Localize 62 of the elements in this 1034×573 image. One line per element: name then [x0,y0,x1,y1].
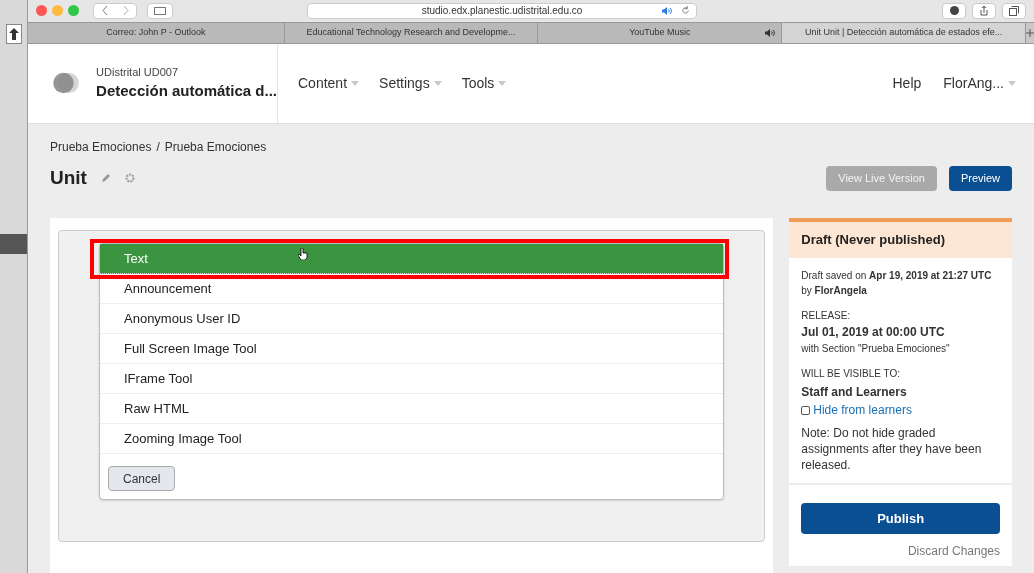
menu-item[interactable]: Anonymous User ID [100,304,724,334]
menu-item[interactable]: Full Screen Image Tool [100,334,724,364]
upload-icon[interactable] [5,24,22,44]
note-text: Note: Do not hide graded assignments after they have been released. [801,425,983,473]
hide-from-learners-checkbox[interactable]: Hide from learners [801,401,1000,419]
breadcrumb-link[interactable]: Prueba Emociones [164,137,267,156]
sidebar-toggle-icon[interactable] [147,2,173,19]
share-icon[interactable] [972,2,996,19]
tab-title: Correo: John P - Outlook [106,26,206,40]
nav-menu[interactable]: Settings [379,72,442,94]
tab-title: Educational Technology Research and Developme... [306,26,516,40]
preview-button[interactable]: Preview [948,165,1012,191]
cancel-button[interactable]: Cancel [108,466,176,491]
nav-menu[interactable]: Content [298,72,360,94]
speaker-icon[interactable] [765,28,776,37]
close-window-icon[interactable] [36,5,47,17]
discard-changes-link[interactable]: Discard Changes [907,542,1000,560]
menu-item[interactable]: Text [100,244,724,274]
browser-tab[interactable]: YouTube Music [538,22,783,43]
status-title: Draft (Never published) [789,222,1012,258]
browser-tab[interactable]: Educational Technology Research and Developme... [284,22,539,43]
address-bar[interactable]: studio.edx.planestic.udistrital.edu.co [307,2,697,19]
tab-title: Unit Unit | Detección automática de estados efe... [804,26,1003,40]
caret-icon [433,80,442,86]
caret-icon [498,80,507,86]
back-icon[interactable] [101,6,108,16]
forward-icon[interactable] [122,6,129,16]
page-title: Unit [50,165,87,190]
menu-item[interactable]: Announcement [100,274,724,304]
breadcrumb-link[interactable]: Prueba Emociones [50,137,152,156]
caret-icon [351,80,360,86]
back-forward-control[interactable] [93,2,137,19]
window-edge-bar [0,234,27,254]
course-title[interactable]: Detección automática d... [96,80,277,103]
breadcrumb-separator: / [156,138,160,156]
user-menu[interactable]: FlorAng... [943,72,1016,94]
speaker-icon[interactable] [662,6,672,15]
reload-icon[interactable] [681,6,690,16]
settings-icon[interactable] [124,172,135,183]
maximize-window-icon[interactable] [68,5,79,17]
tab-title: YouTube Music [629,26,691,40]
release-section: with Section "Prueba Emociones" [801,341,1000,356]
nav-menu[interactable]: Tools [461,72,507,94]
menu-item[interactable]: IFrame Tool [100,364,724,394]
release-label: RELEASE: [801,309,852,323]
download-icon[interactable] [942,2,966,19]
browser-tab[interactable]: Unit Unit | Detección automática de estados efe... [782,22,1026,43]
browser-tab[interactable]: Correo: John P - Outlook [28,22,285,43]
organization-label: UDistrital UD007 [96,64,180,80]
visibility-value: Staff and Learners [801,384,908,401]
pointer-cursor-icon [298,247,308,260]
visibility-label: WILL BE VISIBLE TO: [801,367,901,381]
menu-item[interactable]: Zooming Image Tool [100,424,724,454]
help-link[interactable]: Help [892,72,922,94]
minimize-window-icon[interactable] [52,5,63,17]
menu-item[interactable]: Raw HTML [100,394,724,424]
draft-saved-text: Draft saved on Apr 19, 2019 at 21:27 UTC by FlorAngela [801,269,993,298]
pencil-icon[interactable] [100,172,111,183]
tabs-overview-icon[interactable] [1002,2,1026,19]
caret-icon [1008,80,1016,86]
publish-button[interactable]: Publish [801,503,1000,534]
release-date: Jul 01, 2019 at 00:00 UTC [801,324,946,341]
